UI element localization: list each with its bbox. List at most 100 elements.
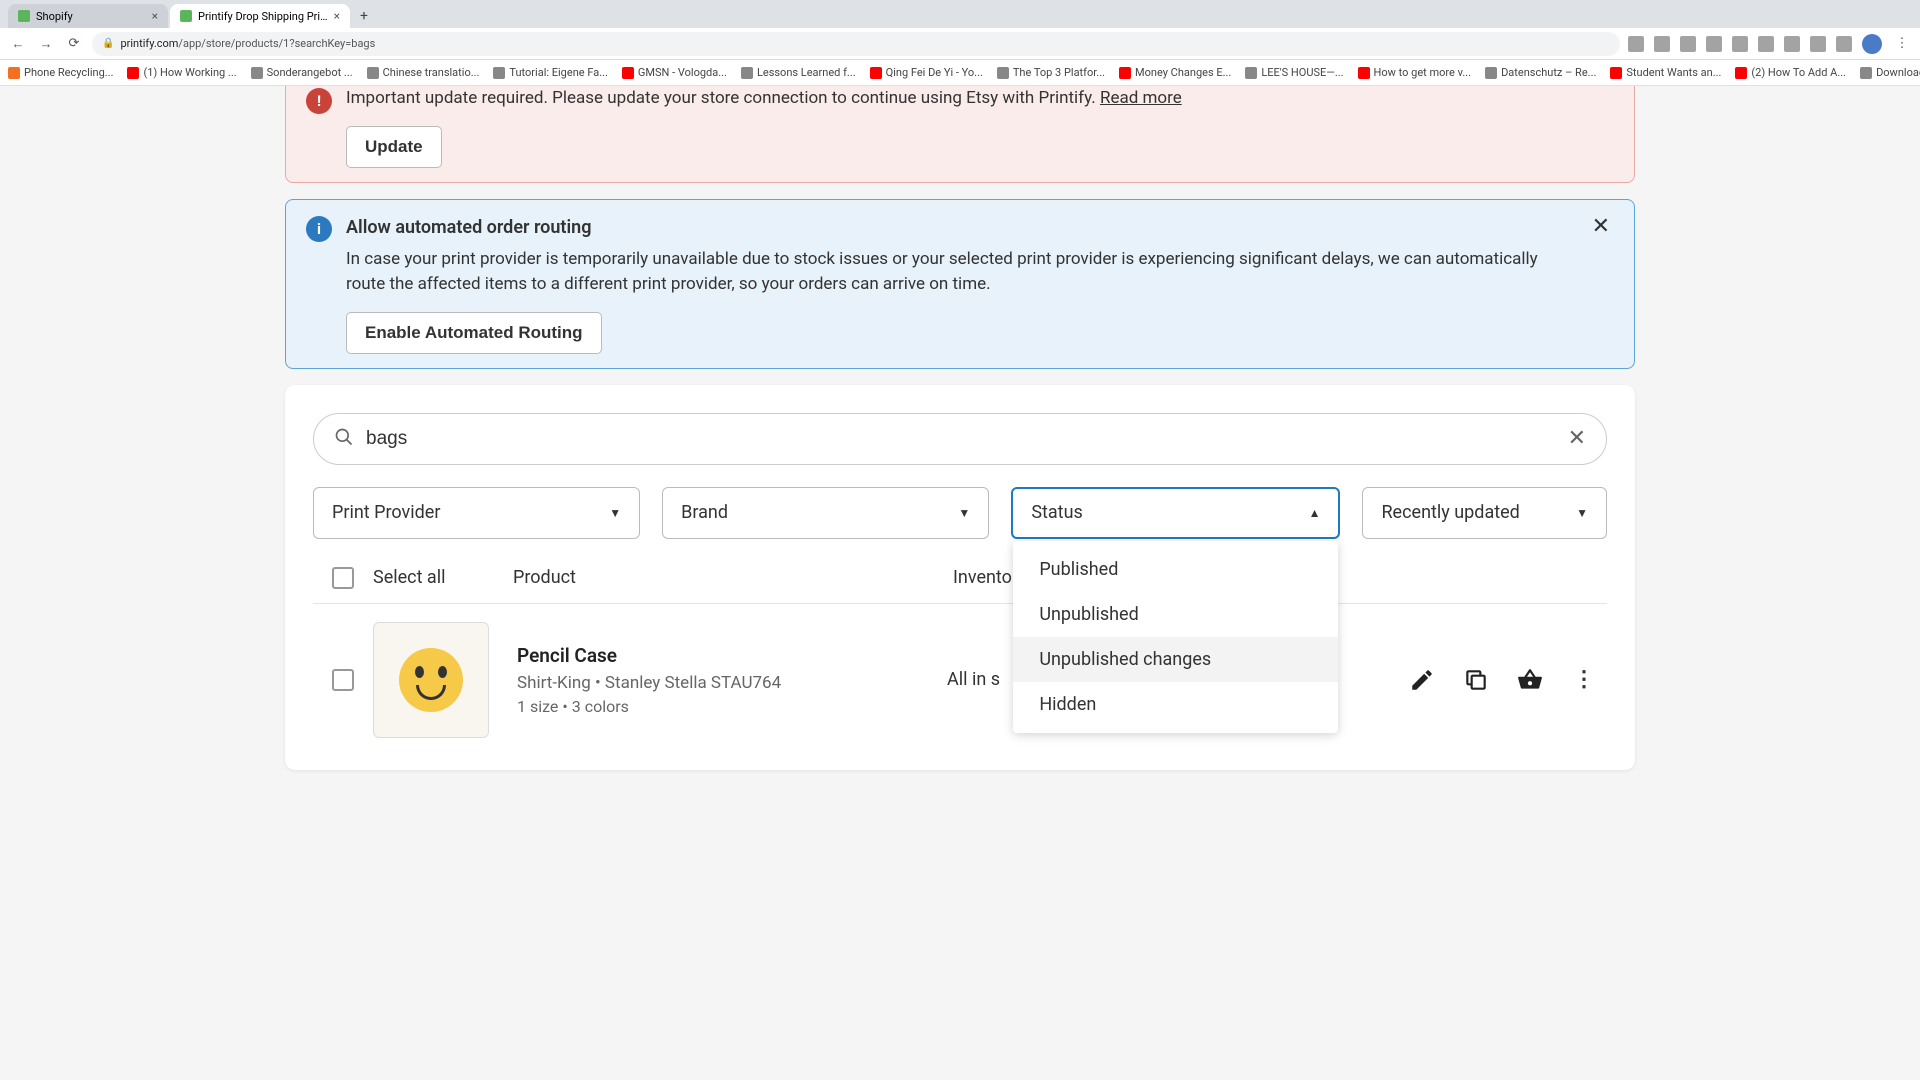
status-option-unpublished-changes[interactable]: Unpublished changes [1013, 637, 1338, 682]
alert-text: Important update required. Please update… [346, 88, 1096, 108]
bookmark[interactable]: Money Changes E... [1119, 66, 1231, 79]
basket-icon[interactable] [1517, 667, 1543, 693]
extension-icon[interactable] [1784, 36, 1800, 52]
bookmark[interactable]: (2) How To Add A... [1735, 66, 1846, 79]
tab-title: Shopify [36, 10, 146, 23]
bookmark[interactable]: Lessons Learned f... [741, 66, 856, 79]
alert-text: In case your print provider is temporari… [346, 247, 1574, 298]
url-path: /app/store/products/1?searchKey=bags [178, 37, 375, 50]
status-option-published[interactable]: Published [1013, 547, 1338, 592]
product-name: Pencil Case [517, 644, 947, 667]
product-actions: ⋮ [1409, 667, 1607, 693]
product-checkbox[interactable] [332, 669, 354, 691]
forward-button[interactable]: → [36, 34, 56, 54]
browser-toolbar: ← → ⟳ 🔒 printify.com/app/store/products/… [0, 28, 1920, 60]
bookmark-favicon-icon [1119, 67, 1131, 79]
bookmark[interactable]: Datenschutz – Re... [1485, 66, 1596, 79]
bookmark[interactable]: Phone Recycling... [8, 66, 113, 79]
page-content: ! Important update required. Please upda… [0, 86, 1920, 770]
lock-icon: 🔒 [102, 38, 114, 49]
product-variants: 1 size • 3 colors [517, 697, 947, 716]
filter-label: Print Provider [332, 502, 440, 523]
reload-button[interactable]: ⟳ [64, 34, 84, 54]
bookmark-favicon-icon [1245, 67, 1257, 79]
bookmarks-bar: Phone Recycling... (1) How Working ... S… [0, 60, 1920, 86]
product-inventory: All in s [947, 669, 1000, 690]
bookmark-favicon-icon [622, 67, 634, 79]
bookmark-favicon-icon [741, 67, 753, 79]
clear-search-icon[interactable]: ✕ [1568, 426, 1586, 451]
bookmark-favicon-icon [367, 67, 379, 79]
tab-title: Printify Drop Shipping Print o... [198, 10, 328, 23]
user-avatar[interactable] [1862, 34, 1882, 54]
filter-sort[interactable]: Recently updated ▼ [1362, 487, 1607, 539]
bookmark[interactable]: The Top 3 Platfor... [997, 66, 1105, 79]
chevron-down-icon: ▼ [609, 506, 621, 520]
copy-icon[interactable] [1463, 667, 1489, 693]
bookmark-favicon-icon [8, 67, 20, 79]
bookmark-favicon-icon [251, 67, 263, 79]
update-alert: ! Important update required. Please upda… [285, 86, 1635, 183]
edit-icon[interactable] [1409, 667, 1435, 693]
product-thumbnail[interactable] [373, 622, 489, 738]
tab-bar: Shopify × Printify Drop Shipping Print o… [0, 0, 1920, 28]
extension-icon[interactable] [1836, 36, 1852, 52]
bookmark-favicon-icon [1358, 67, 1370, 79]
bookmark[interactable]: (1) How Working ... [127, 66, 236, 79]
bookmark-favicon-icon [870, 67, 882, 79]
bookmark[interactable]: Chinese translatio... [367, 66, 480, 79]
close-icon[interactable]: × [334, 9, 340, 23]
select-all-checkbox[interactable] [332, 567, 354, 589]
select-all-label: Select all [373, 567, 513, 588]
alert-title: Allow automated order routing [346, 214, 1574, 241]
bookmark-favicon-icon [493, 67, 505, 79]
extension-icon[interactable] [1680, 36, 1696, 52]
browser-tab[interactable]: Shopify × [8, 4, 168, 28]
close-icon[interactable]: ✕ [1588, 214, 1614, 354]
url-bar[interactable]: 🔒 printify.com/app/store/products/1?sear… [92, 32, 1620, 56]
new-tab-button[interactable]: + [352, 4, 376, 28]
update-button[interactable]: Update [346, 126, 442, 168]
extension-icon[interactable] [1654, 36, 1670, 52]
browser-tab[interactable]: Printify Drop Shipping Print o... × [170, 4, 350, 28]
bookmark[interactable]: How to get more v... [1358, 66, 1472, 79]
product-subtitle: Shirt-King • Stanley Stella STAU764 [517, 673, 947, 693]
bookmark[interactable]: LEE'S HOUSE—... [1245, 66, 1343, 79]
extension-icon[interactable] [1706, 36, 1722, 52]
filters-row: Print Provider ▼ Brand ▼ Status ▲ Publis… [313, 487, 1607, 539]
extension-icon[interactable] [1732, 36, 1748, 52]
chevron-down-icon: ▼ [958, 506, 970, 520]
search-input[interactable] [366, 428, 1556, 450]
extension-icon[interactable] [1810, 36, 1826, 52]
browser-chrome: Shopify × Printify Drop Shipping Print o… [0, 0, 1920, 86]
back-button[interactable]: ← [8, 34, 28, 54]
filter-status[interactable]: Status ▲ Published Unpublished Unpublish… [1011, 487, 1340, 539]
more-icon[interactable]: ⋮ [1571, 667, 1597, 693]
bookmark[interactable]: Tutorial: Eigene Fa... [493, 66, 608, 79]
bookmark-favicon-icon [1735, 67, 1747, 79]
filter-brand[interactable]: Brand ▼ [662, 487, 989, 539]
extension-icon[interactable] [1758, 36, 1774, 52]
filter-label: Status [1031, 502, 1082, 523]
search-box: ✕ [313, 413, 1607, 465]
status-option-hidden[interactable]: Hidden [1013, 682, 1338, 727]
close-icon[interactable]: × [152, 9, 158, 23]
extension-icon[interactable] [1628, 36, 1644, 52]
info-icon: i [306, 216, 332, 242]
menu-icon[interactable]: ⋮ [1892, 34, 1912, 54]
filter-print-provider[interactable]: Print Provider ▼ [313, 487, 640, 539]
bookmark-favicon-icon [1485, 67, 1497, 79]
bookmark[interactable]: Qing Fei De Yi - Yo... [870, 66, 983, 79]
chevron-down-icon: ▼ [1576, 506, 1588, 520]
bookmark[interactable]: GMSN - Vologda... [622, 66, 727, 79]
bookmark[interactable]: Download - Cooki... [1860, 66, 1920, 79]
bookmark[interactable]: Student Wants an... [1610, 66, 1721, 79]
smiley-graphic-icon [399, 648, 463, 712]
read-more-link[interactable]: Read more [1100, 88, 1182, 108]
favicon-icon [18, 10, 30, 22]
status-option-unpublished[interactable]: Unpublished [1013, 592, 1338, 637]
routing-alert: i Allow automated order routing In case … [285, 199, 1635, 369]
toolbar-icons: ⋮ [1628, 34, 1912, 54]
bookmark[interactable]: Sonderangebot ... [251, 66, 353, 79]
enable-routing-button[interactable]: Enable Automated Routing [346, 312, 602, 354]
